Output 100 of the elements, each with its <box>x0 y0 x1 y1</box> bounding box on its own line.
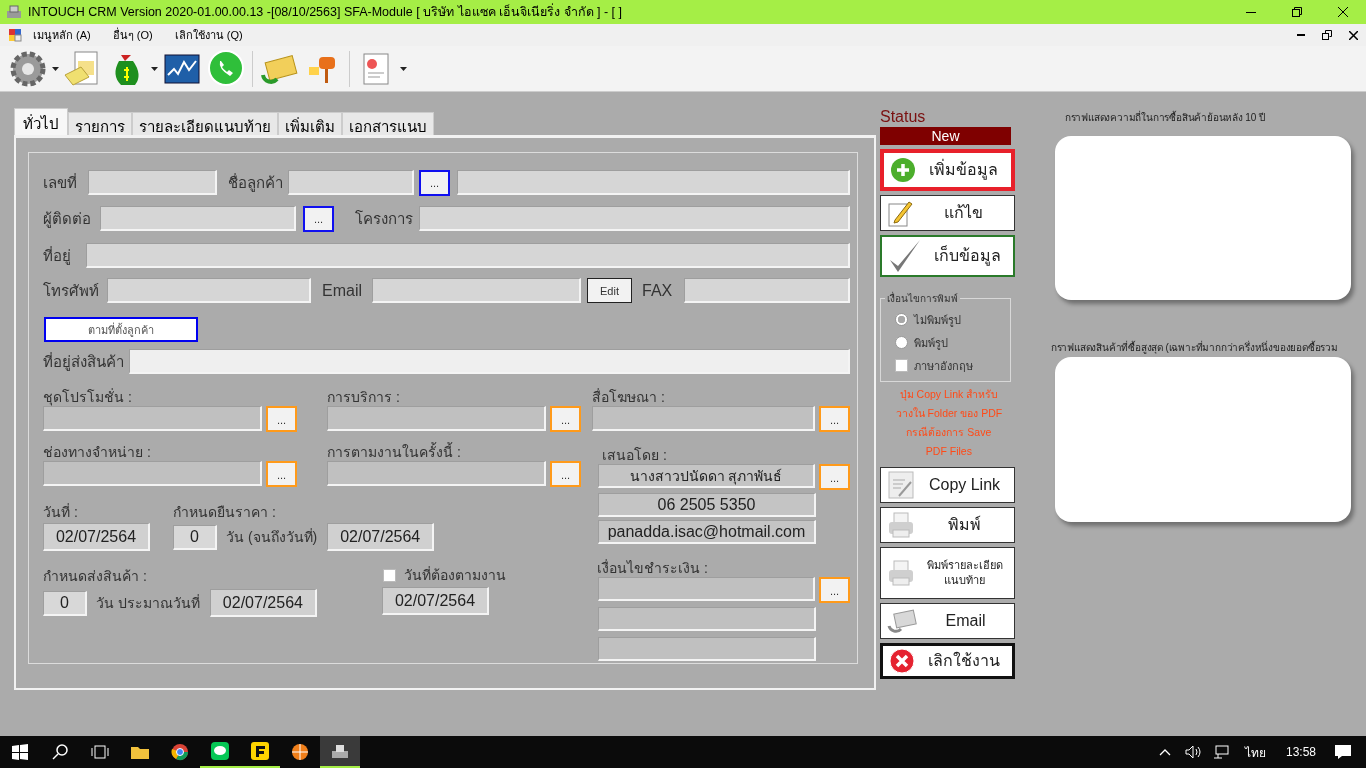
minimize-icon <box>1246 11 1256 13</box>
language-indicator[interactable]: ไทย <box>1244 742 1266 762</box>
input-field[interactable] <box>598 637 816 661</box>
checkbox[interactable] <box>895 359 908 372</box>
input-field[interactable] <box>457 170 850 195</box>
checkbox-label: ภาษาอังกฤษ <box>914 358 973 374</box>
action-button[interactable]: พิมพ์ <box>880 507 1015 543</box>
action-button[interactable]: เก็บข้อมูล <box>880 235 1015 277</box>
action-button[interactable]: เลิกใช้งาน <box>880 643 1015 679</box>
date-field[interactable]: 02/07/2564 <box>209 589 317 617</box>
days-field[interactable]: 0 <box>173 524 217 550</box>
tab[interactable]: รายการ <box>68 112 132 135</box>
field-label: เลขที่ <box>43 172 78 193</box>
proposer-field[interactable]: 06 2505 5350 <box>598 493 816 517</box>
field-label: ชื่อลูกค้า <box>228 172 284 194</box>
tab[interactable]: เพิ่มเติม <box>278 112 342 135</box>
field-label: การตามงานในครั้งนี้ : <box>327 441 462 461</box>
proposer-field[interactable]: นางสาวปนัดดา สุภาพันธ์ <box>598 464 816 488</box>
browse-button[interactable]: ... <box>819 406 850 432</box>
field-label: ที่อยู่ <box>43 245 72 267</box>
field-label: เสนอโดย : <box>602 446 668 464</box>
action-button[interactable]: แก้ไข <box>880 195 1015 231</box>
input-field[interactable] <box>419 206 850 231</box>
close-icon <box>1338 7 1348 17</box>
field-label: Email <box>322 281 363 300</box>
input-field[interactable] <box>327 406 546 431</box>
field-label: เงื่อนไขชำระเงิน : <box>597 558 709 577</box>
browse-button[interactable]: ... <box>419 169 450 196</box>
browse-button[interactable]: ... <box>819 577 850 603</box>
envelope-icon <box>887 608 917 634</box>
input-field[interactable] <box>288 170 414 195</box>
date-field[interactable]: 02/07/2564 <box>327 523 435 551</box>
date-field[interactable]: 02/07/2564 <box>382 587 489 615</box>
input-field[interactable] <box>684 278 850 303</box>
input-field[interactable] <box>598 577 816 601</box>
notification-icon[interactable] <box>1334 744 1352 760</box>
menu-item[interactable]: อื่นๆ (O) <box>101 26 164 44</box>
input-field[interactable] <box>372 278 581 303</box>
browse-button[interactable]: ... <box>819 464 850 490</box>
customer-location-button[interactable]: ตามที่ตั้งลูกค้า <box>44 317 198 342</box>
field-label: ช่องทางจำหน่าย : <box>43 443 152 461</box>
field-label: กำหนดส่งสินค้า : <box>43 567 148 585</box>
speaker-icon[interactable] <box>1184 745 1201 759</box>
unit-label: วัน (จนถึงวันที่) <box>226 527 318 547</box>
input-field[interactable] <box>88 170 217 195</box>
form-icon <box>8 28 22 42</box>
proposer-field[interactable]: panadda.isac@hotmail.com <box>598 520 816 544</box>
field-label: โทรศัพท์ <box>43 280 100 301</box>
field-label: วันที่ : <box>43 502 79 521</box>
input-field[interactable] <box>592 406 815 431</box>
radio-button[interactable] <box>895 313 908 326</box>
action-button[interactable]: พิมพ์รายละเอียดแนบท้าย <box>880 547 1015 599</box>
network-icon[interactable] <box>1212 745 1229 759</box>
status-label: Status <box>880 108 927 127</box>
days-field[interactable]: 0 <box>43 590 87 616</box>
input-field[interactable] <box>86 243 850 268</box>
field-label: ผู้ติดต่อ <box>43 208 92 230</box>
tab[interactable]: ทั่วไป <box>14 108 68 135</box>
dropdown-caret-icon[interactable] <box>151 66 158 71</box>
input-field[interactable] <box>43 461 262 486</box>
printer-icon <box>887 559 915 587</box>
date-field[interactable]: 02/07/2564 <box>43 523 150 551</box>
input-field[interactable] <box>107 278 311 303</box>
input-field[interactable] <box>598 607 816 631</box>
menu-item[interactable]: เลิกใช้งาน (Q) <box>163 26 254 44</box>
browse-button[interactable]: ... <box>550 461 581 487</box>
action-button[interactable]: Email <box>880 603 1015 639</box>
chart-caption: กราฟแสดงสินค้าที่ซื้อสูงสุด (เฉพาะที่มากกว่าครึ่งหนึ่งของยอดซื้อรวม <box>1050 340 1339 355</box>
field-label: ที่อยู่ส่งสินค้า <box>43 351 125 373</box>
browse-button[interactable]: ... <box>303 205 334 232</box>
dropdown-caret-icon[interactable] <box>400 66 407 71</box>
app-icon <box>6 5 22 19</box>
radio-label: ไม่พิมพ์รูป <box>914 312 961 329</box>
edit-button[interactable]: Edit <box>587 278 632 303</box>
chevron-up-icon[interactable] <box>1158 748 1171 756</box>
field-label: การบริการ : <box>327 388 401 406</box>
browse-button[interactable]: ... <box>550 406 581 432</box>
group-title: เงื่อนไขการพิมพ์ <box>886 291 959 306</box>
tab[interactable]: เอกสารแนบ <box>342 112 434 135</box>
menu-item[interactable]: เมนูหลัก (A) <box>22 26 102 44</box>
window-title: INTOUCH CRM Version 2020-01.00.00.13 -[08/10/2563] SFA-Module [ บริษัท ไอแซค เอ็นจิเนียริ่ง จำกัด ] - [ ] <box>28 2 623 21</box>
input-field[interactable] <box>129 349 850 374</box>
dropdown-caret-icon[interactable] <box>52 66 59 71</box>
action-button[interactable]: Copy Link <box>880 467 1015 503</box>
app-icon[interactable] <box>320 736 360 768</box>
close-icon <box>1348 30 1358 40</box>
unit-label: วัน ประมาณวันที่ <box>96 593 200 613</box>
radio-label: พิมพ์รูป <box>914 335 948 352</box>
radio-button[interactable] <box>895 336 908 349</box>
input-field[interactable] <box>100 206 296 231</box>
clock[interactable]: 13:58 <box>1285 745 1316 759</box>
input-field[interactable] <box>43 406 262 431</box>
tab[interactable]: รายละเอียดแนบท้าย <box>132 112 278 135</box>
browse-button[interactable]: ... <box>266 406 297 432</box>
plus-icon <box>890 157 916 183</box>
input-field[interactable] <box>327 461 546 486</box>
chart-caption: กราฟแสดงความถี่ในการซื้อสินค้าย้อนหลัง 10 ปี <box>1064 110 1266 125</box>
browse-button[interactable]: ... <box>266 461 297 487</box>
action-button[interactable]: เพิ่มข้อมูล <box>880 149 1015 191</box>
checkbox[interactable] <box>383 568 396 582</box>
